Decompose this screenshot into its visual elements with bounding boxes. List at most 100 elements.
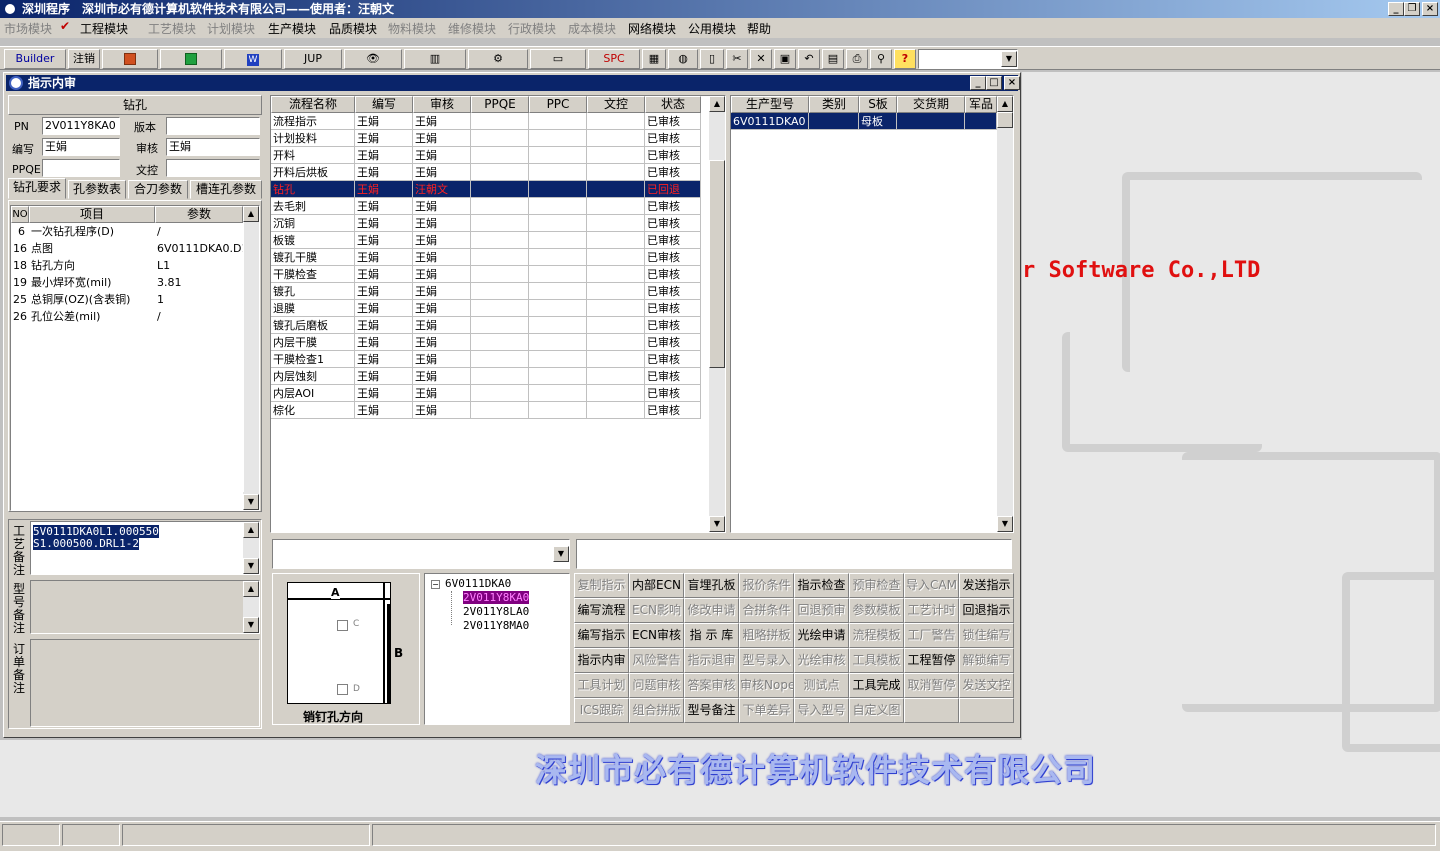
scroll-down-icon[interactable]: ▼ <box>997 516 1013 532</box>
action-button[interactable]: 粗略拼板 <box>739 623 794 648</box>
action-button[interactable]: 预审检查 <box>849 573 904 598</box>
scroll-down-icon[interactable]: ▼ <box>243 558 259 574</box>
comment-field[interactable] <box>576 539 1012 569</box>
close-button[interactable]: × <box>1422 2 1438 16</box>
action-button[interactable]: 导入型号 <box>794 698 849 723</box>
params-grid[interactable]: ▲ ▼ NO 项目 参数 6 一次钻孔程序(D)/16 点图 6V0111DKA0.D1- 1… <box>10 205 260 511</box>
action-button[interactable]: 取消暂停 <box>904 673 959 698</box>
action-button[interactable]: 工具计划 <box>574 673 629 698</box>
action-button[interactable]: 型号录入 <box>739 648 794 673</box>
save-icon[interactable]: ▣ <box>774 49 796 69</box>
window-maximize-button[interactable]: □ <box>986 76 1002 90</box>
table-row[interactable]: 6V0111DKA0 母板 <box>731 113 997 130</box>
action-button[interactable]: 发送文控 <box>959 673 1014 698</box>
action-button[interactable]: 工具完成 <box>849 673 904 698</box>
table-row[interactable]: 沉铜 王娟 王娟 已审核 <box>271 215 701 232</box>
tree-item-selected[interactable]: 2V011Y8KA0 <box>463 591 530 604</box>
params-scrollbar[interactable]: ▲ ▼ <box>243 206 259 510</box>
action-button[interactable]: 导入CAM <box>904 573 959 598</box>
action-button[interactable]: 工厂警告 <box>904 623 959 648</box>
table-row[interactable]: 去毛刺 王娟 王娟 已审核 <box>271 198 701 215</box>
table-row[interactable]: 内层AOI 王娟 王娟 已审核 <box>271 385 701 402</box>
menu-item[interactable]: 物料模块 <box>388 20 436 37</box>
scroll-down-icon[interactable]: ▼ <box>709 516 725 532</box>
table-row[interactable]: 干膜检查1 王娟 王娟 已审核 <box>271 351 701 368</box>
table-row[interactable]: 退膜 王娟 王娟 已审核 <box>271 300 701 317</box>
model-tree[interactable]: − 6V0111DKA0 2V011Y8KA0 2V011Y8LA0 2V011… <box>424 573 570 725</box>
column-header[interactable]: 类别 <box>809 96 859 113</box>
action-button[interactable]: 报价条件 <box>739 573 794 598</box>
action-button[interactable]: 问题审核 <box>629 673 684 698</box>
action-button[interactable]: 光绘审核 <box>794 648 849 673</box>
logout-button[interactable]: 注销 <box>68 49 100 69</box>
action-button[interactable]: 编写流程 <box>574 598 629 623</box>
menu-item[interactable]: 生产模块 <box>268 20 316 37</box>
toolbar-combo[interactable]: ▼ <box>918 49 1018 69</box>
action-button[interactable]: 解锁编写 <box>959 648 1014 673</box>
cut-icon[interactable]: ✂ <box>726 49 748 69</box>
column-header[interactable]: PPQE <box>471 96 529 113</box>
action-button[interactable]: 型号备注 <box>684 698 739 723</box>
action-button[interactable]: 工具模板 <box>849 648 904 673</box>
column-header[interactable]: 生产型号 <box>731 96 809 113</box>
action-button[interactable]: 审核Nope <box>739 673 794 698</box>
menu-item[interactable]: 计划模块 <box>207 20 255 37</box>
menu-item[interactable]: 工程模块 <box>80 20 128 37</box>
table-row[interactable]: 计划投料 王娟 王娟 已审核 <box>271 130 701 147</box>
column-header[interactable]: 审核 <box>413 96 471 113</box>
checkbox-d[interactable] <box>337 684 348 695</box>
table-row[interactable]: 16 点图 6V0111DKA0.D1- <box>11 240 243 257</box>
author-field[interactable]: 王娟 <box>42 138 120 156</box>
table-row[interactable]: 开料 王娟 王娟 已审核 <box>271 147 701 164</box>
tab-hole-params[interactable]: 孔参数表 <box>68 180 126 199</box>
action-button[interactable]: 流程模板 <box>849 623 904 648</box>
database-icon[interactable]: ▥ <box>404 49 466 69</box>
network-icon[interactable]: ⚙ <box>468 49 528 69</box>
pn-field[interactable]: 2V011Y8KA0 <box>42 117 120 135</box>
eye-icon[interactable]: 👁 <box>344 49 402 69</box>
ppqe-field[interactable] <box>42 159 120 177</box>
menu-item[interactable]: 网络模块 <box>628 20 676 37</box>
jup-button[interactable]: JUP <box>284 49 342 69</box>
table-row[interactable]: 6 一次钻孔程序(D) / <box>11 223 243 240</box>
scroll-up-icon[interactable]: ▲ <box>709 96 725 112</box>
computer-icon[interactable]: ▭ <box>530 49 586 69</box>
action-button[interactable]: 参数模板 <box>849 598 904 623</box>
version-field[interactable] <box>166 117 260 135</box>
minimize-button[interactable]: _ <box>1388 2 1404 16</box>
action-button[interactable]: 锁住编写 <box>959 623 1014 648</box>
model-note-scrollbar[interactable]: ▲ ▼ <box>243 581 259 633</box>
action-button[interactable] <box>959 698 1014 723</box>
tree-item[interactable]: 2V011Y8LA0 <box>463 605 529 618</box>
action-button[interactable]: ECN影响 <box>629 598 684 623</box>
table-row[interactable]: 干膜检查 王娟 王娟 已审核 <box>271 266 701 283</box>
scroll-up-icon[interactable]: ▲ <box>243 206 259 222</box>
action-button[interactable]: 指 示 库 <box>684 623 739 648</box>
column-header[interactable]: 文控 <box>587 96 645 113</box>
action-button[interactable]: 组合拼版 <box>629 698 684 723</box>
chevron-down-icon[interactable]: ▼ <box>1001 51 1017 67</box>
action-button[interactable]: 回退预审 <box>794 598 849 623</box>
table-row[interactable]: 镀孔后磨板 王娟 王娟 已审核 <box>271 317 701 334</box>
model-note-field[interactable]: ▲ ▼ <box>30 580 260 634</box>
table-row[interactable]: 板镀 王娟 王娟 已审核 <box>271 232 701 249</box>
action-button[interactable]: 复制指示 <box>574 573 629 598</box>
window-minimize-button[interactable]: _ <box>970 76 986 90</box>
find-icon[interactable]: ⚲ <box>870 49 892 69</box>
flow-grid[interactable]: ▲ ▼ 流程名称 编写 审核 PPQE PPC 文控 状态 流程指示 王娟 王娟 已审核 计划投料 王娟… <box>270 95 726 533</box>
tree-root[interactable]: 6V0111DKA0 <box>445 577 511 590</box>
table-row[interactable]: 棕化 王娟 王娟 已审核 <box>271 402 701 419</box>
menu-item[interactable]: 维修模块 <box>448 20 496 37</box>
table-row[interactable]: 26 孔位公差(mil) / <box>11 308 243 325</box>
action-button[interactable]: 风险警告 <box>629 648 684 673</box>
tab-tool-params[interactable]: 合刀参数 <box>128 180 188 199</box>
column-header[interactable]: 状态 <box>645 96 701 113</box>
column-header[interactable]: 交货期 <box>897 96 965 113</box>
calendar-icon[interactable]: ▦ <box>642 49 666 69</box>
menu-item[interactable]: 公用模块 <box>688 20 736 37</box>
review-field[interactable]: 王娟 <box>166 138 260 156</box>
word-icon[interactable]: W <box>224 49 282 69</box>
table-row[interactable]: 25 总铜厚(OZ)(含表铜) 1 <box>11 291 243 308</box>
action-button[interactable]: 指示内审 <box>574 648 629 673</box>
tree-item[interactable]: 2V011Y8MA0 <box>463 619 529 632</box>
